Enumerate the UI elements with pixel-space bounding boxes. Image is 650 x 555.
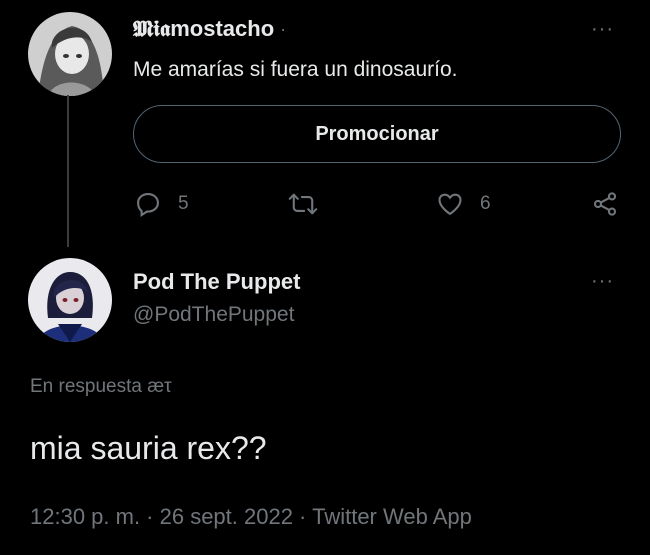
heart-icon <box>436 190 464 218</box>
retweet-action[interactable] <box>288 190 318 218</box>
tweet-text: Me amarías si fuera un dinosaurío. <box>133 58 458 81</box>
separator-dot: · <box>280 18 287 39</box>
user-handle[interactable]: @PodThePuppet <box>133 303 294 327</box>
share-action[interactable] <box>591 190 619 218</box>
thread-line <box>67 95 69 247</box>
more-dots-icon[interactable]: ··· <box>591 18 614 41</box>
like-action[interactable]: 6 <box>436 190 491 218</box>
tweet-timestamp[interactable]: 12:30 p. m. · 26 sept. 2022 · Twitter We… <box>30 504 472 530</box>
reply-action[interactable]: 5 <box>134 190 189 218</box>
retweet-icon <box>288 190 318 218</box>
share-icon <box>591 190 619 218</box>
reply-to-text: En respuesta æτ <box>30 376 172 397</box>
display-name[interactable]: 𝕸𝖎𝖆mostacho <box>133 16 274 42</box>
display-name[interactable]: Pod The Puppet <box>133 269 300 295</box>
reply-icon <box>134 190 162 218</box>
more-dots-icon[interactable]: ··· <box>591 270 614 293</box>
avatar-podthepuppet[interactable] <box>28 258 112 342</box>
tweet-text: mia sauria rex?? <box>30 430 267 466</box>
promote-button[interactable]: Promocionar <box>133 105 621 163</box>
reply-count: 5 <box>178 193 189 214</box>
like-count: 6 <box>480 193 491 214</box>
avatar-miamostacho[interactable] <box>28 12 112 96</box>
